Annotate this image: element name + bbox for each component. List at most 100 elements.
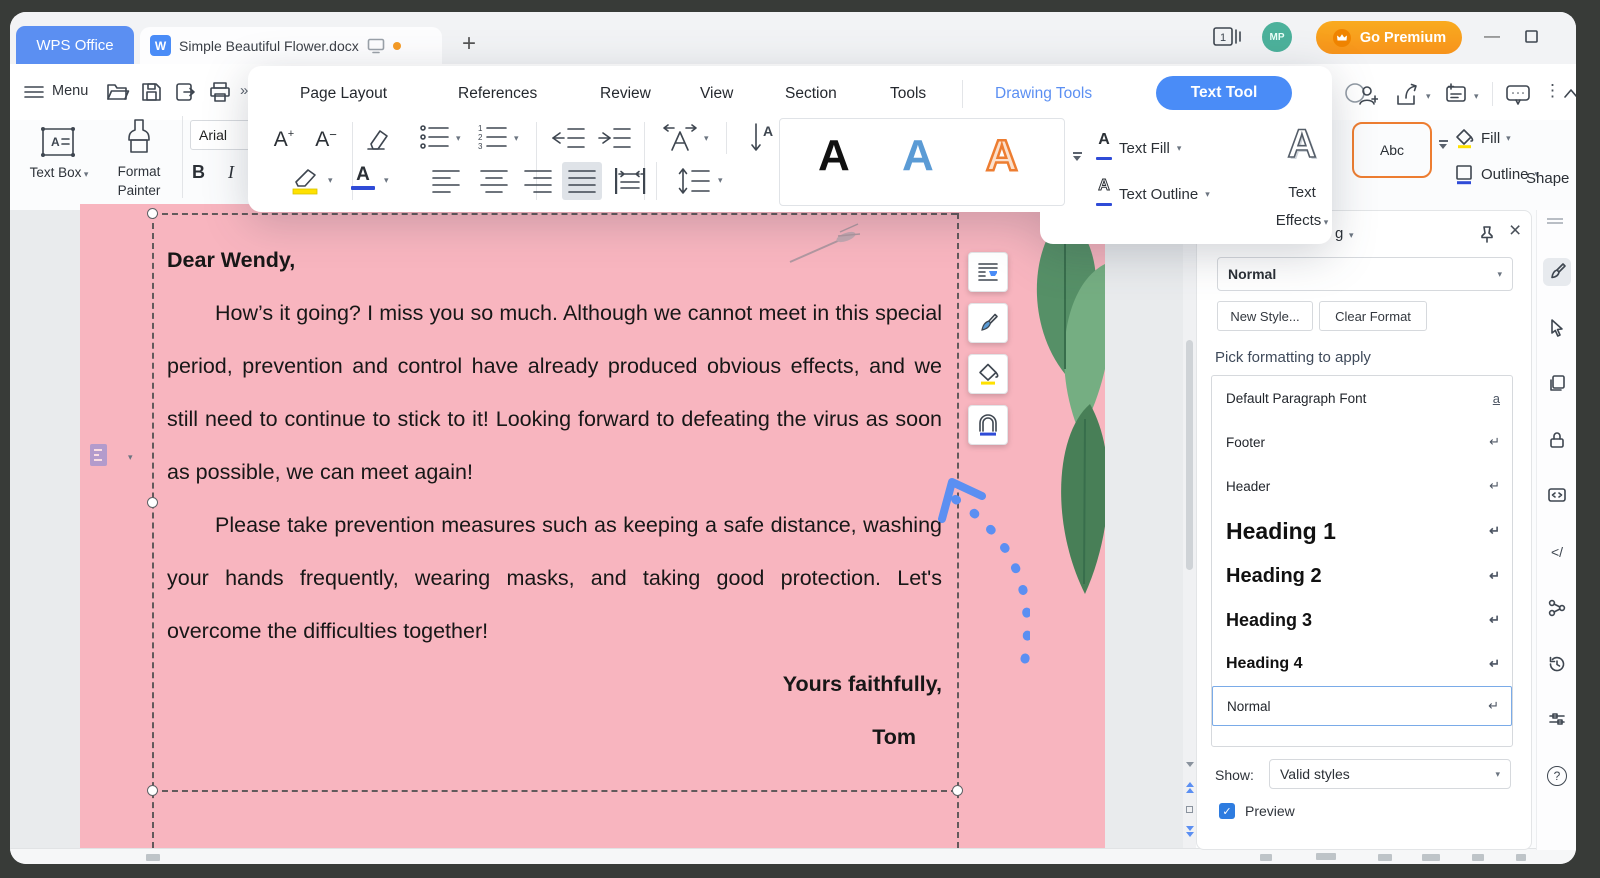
tab-review[interactable]: Review <box>600 85 651 103</box>
increase-indent-icon[interactable] <box>594 124 632 152</box>
save-version-icon[interactable] <box>1442 82 1470 108</box>
menu-label[interactable]: Menu <box>52 83 88 99</box>
previous-page-button[interactable] <box>1186 782 1194 787</box>
maximize-button[interactable] <box>1524 29 1539 44</box>
style-item-footer[interactable]: Footer↵ <box>1212 420 1512 464</box>
preview-checkbox[interactable]: ✓ <box>1219 803 1235 819</box>
highlighter-icon[interactable] <box>288 166 322 196</box>
bold-button[interactable]: B <box>192 162 205 183</box>
rail-help-button[interactable]: ? <box>1543 762 1571 790</box>
avatar[interactable]: MP <box>1262 22 1292 52</box>
tab-page-layout[interactable]: Page Layout <box>300 85 387 103</box>
comment-icon[interactable] <box>1504 82 1532 108</box>
rail-select-button[interactable] <box>1543 314 1571 342</box>
more-options-icon[interactable]: ⋮ <box>1544 81 1561 101</box>
rail-copy-button[interactable] <box>1543 370 1571 398</box>
rail-share-nodes-button[interactable] <box>1543 594 1571 622</box>
save-version-caret[interactable]: ▾ <box>1474 91 1479 102</box>
share-caret[interactable]: ▾ <box>1426 91 1431 102</box>
style-item-default-paragraph-font[interactable]: Default Paragraph Fonta <box>1212 376 1512 420</box>
next-page-button[interactable] <box>1186 826 1194 831</box>
style-selector-dropdown[interactable]: Normal▾ <box>1217 257 1513 291</box>
style-item-heading1[interactable]: Heading 1↵ <box>1212 508 1512 554</box>
decrease-indent-icon[interactable] <box>548 124 586 152</box>
textbox-handle-bottomleft[interactable] <box>147 785 158 796</box>
go-premium-button[interactable]: Go Premium <box>1316 21 1462 54</box>
tab-view[interactable]: View <box>700 85 733 103</box>
increase-font-button[interactable]: A+ <box>264 124 304 156</box>
layout-anchor-icon[interactable] <box>88 442 112 470</box>
pin-panel-icon[interactable] <box>1477 224 1497 244</box>
tab-text-tool[interactable]: Text Tool <box>1156 76 1292 110</box>
close-panel-icon[interactable]: × <box>1509 219 1521 243</box>
invite-collaborator-icon[interactable] <box>1342 80 1378 110</box>
align-center-icon[interactable] <box>478 168 510 194</box>
style-brush-button[interactable] <box>968 303 1008 343</box>
clear-format-button[interactable]: Clear Format <box>1319 301 1427 331</box>
wordart-gallery-more[interactable] <box>1070 152 1084 161</box>
sort-text-icon[interactable]: A <box>746 120 780 156</box>
text-effects-label-2[interactable]: Effects ▾ <box>1254 212 1350 230</box>
browse-object-button[interactable] <box>1186 806 1193 813</box>
text-fill-button[interactable]: A Text Fill▾ <box>1096 132 1181 165</box>
clear-format-eraser-icon[interactable] <box>360 126 390 152</box>
distribute-icon[interactable] <box>612 166 648 196</box>
rail-drag-handle[interactable] <box>1547 218 1563 220</box>
character-scale-caret[interactable]: ▾ <box>704 133 709 144</box>
textbox-handle-topleft[interactable] <box>147 208 158 219</box>
minimize-button[interactable]: — <box>1484 28 1500 46</box>
line-spacing-icon[interactable] <box>676 166 712 196</box>
wordart-preset-orange[interactable]: A <box>986 131 1018 181</box>
wordart-preset-black[interactable]: A <box>818 131 850 181</box>
scroll-down-arrow[interactable] <box>1186 762 1194 767</box>
tab-drawing-tools[interactable]: Drawing Tools <box>995 85 1092 103</box>
format-painter-button[interactable]: Format Painter <box>102 162 176 200</box>
wrap-text-button[interactable] <box>968 252 1008 292</box>
shape-style-gallery-more[interactable] <box>1436 140 1450 149</box>
line-spacing-caret[interactable]: ▾ <box>718 175 723 186</box>
numbered-list-icon[interactable]: 123 <box>476 122 510 154</box>
tab-section[interactable]: Section <box>785 85 837 103</box>
collapse-ribbon-icon[interactable] <box>1562 86 1576 100</box>
textbox-border-left[interactable] <box>152 213 154 848</box>
show-styles-dropdown[interactable]: Valid styles▾ <box>1269 759 1511 789</box>
window-count-icon[interactable]: 1 <box>1212 25 1244 51</box>
export-icon[interactable] <box>174 81 197 103</box>
rail-settings-button[interactable] <box>1543 706 1571 734</box>
bullet-list-icon[interactable] <box>418 122 452 154</box>
style-item-header[interactable]: Header↵ <box>1212 464 1512 508</box>
style-item-heading3[interactable]: Heading 3↵ <box>1212 598 1512 642</box>
italic-button[interactable]: I <box>228 162 234 183</box>
character-scale-icon[interactable] <box>660 122 700 154</box>
font-color-caret[interactable]: ▾ <box>384 175 389 186</box>
print-icon[interactable] <box>208 81 232 103</box>
letter-text[interactable]: Dear Wendy, How’s it going? I miss you s… <box>167 214 942 764</box>
rail-code-button[interactable]: </ <box>1543 538 1571 566</box>
shape-style-preset[interactable]: Abc <box>1352 122 1432 178</box>
open-file-icon[interactable] <box>106 81 130 103</box>
tab-document[interactable]: W Simple Beautiful Flower.docx <box>140 27 442 64</box>
new-tab-button[interactable]: + <box>462 30 476 58</box>
style-item-heading4[interactable]: Heading 4↵ <box>1212 642 1512 686</box>
bullet-list-caret[interactable]: ▾ <box>456 133 461 144</box>
text-effects-button[interactable]: A <box>1274 122 1330 167</box>
justify-button-active[interactable] <box>562 162 602 200</box>
align-left-icon[interactable] <box>430 168 462 194</box>
style-item-heading2[interactable]: Heading 2↵ <box>1212 554 1512 598</box>
textbox-handle-midleft[interactable] <box>147 497 158 508</box>
textbox-handle-bottomright[interactable] <box>952 785 963 796</box>
shape-fill-button[interactable]: Fill▾ <box>1454 128 1511 149</box>
wordart-preset-blue[interactable]: A <box>902 131 934 181</box>
layout-anchor-caret[interactable]: ▾ <box>128 452 133 463</box>
decrease-font-button[interactable]: A− <box>306 124 346 156</box>
share-icon[interactable] <box>1394 82 1422 108</box>
rail-code-comment-button[interactable] <box>1543 482 1571 510</box>
rail-history-button[interactable] <box>1543 650 1571 678</box>
rail-lock-button[interactable] <box>1543 426 1571 454</box>
align-right-icon[interactable] <box>522 168 554 194</box>
style-item-normal-selected[interactable]: Normal↵ <box>1212 686 1512 726</box>
rail-styles-brush-button[interactable] <box>1543 258 1571 286</box>
highlighter-caret[interactable]: ▾ <box>328 175 333 186</box>
document-page[interactable]: Dear Wendy, How’s it going? I miss you s… <box>80 204 1105 848</box>
menu-icon[interactable] <box>24 85 44 99</box>
